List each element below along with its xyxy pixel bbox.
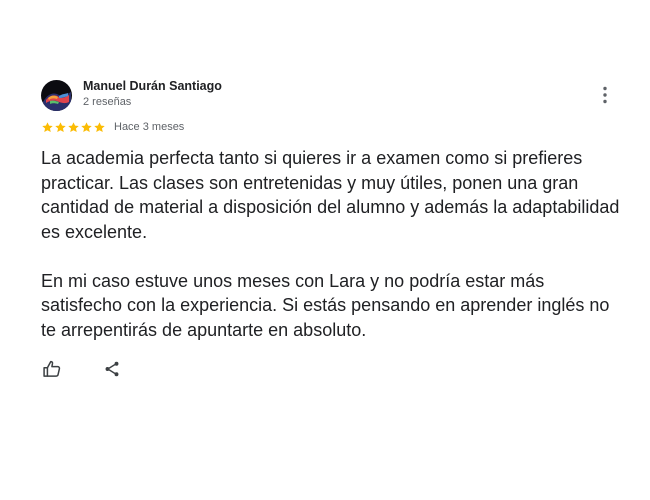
- review-actions: [41, 358, 123, 380]
- like-button[interactable]: [41, 358, 63, 380]
- star-icon: [55, 121, 66, 132]
- avatar-icon: [41, 80, 72, 111]
- share-icon: [105, 361, 119, 377]
- review-paragraph: La academia perfecta tanto si quieres ir…: [41, 148, 620, 242]
- star-icon: [81, 121, 92, 132]
- star-rating: [41, 121, 106, 134]
- review-date: Hace 3 meses: [114, 121, 185, 133]
- more-vert-icon: [603, 86, 607, 104]
- review-text: La academia perfecta tanto si quieres ir…: [41, 146, 621, 342]
- star-icon: [68, 121, 79, 132]
- share-button[interactable]: [101, 358, 123, 380]
- rating-row: Hace 3 meses: [41, 120, 184, 134]
- avatar[interactable]: [41, 80, 72, 111]
- author-name[interactable]: Manuel Durán Santiago: [83, 79, 222, 93]
- thumb-up-icon: [43, 360, 61, 377]
- review-card: Manuel Durán Santiago 2 reseñas Hace 3 m…: [0, 0, 650, 500]
- review-count: 2 reseñas: [83, 96, 132, 108]
- more-options-button[interactable]: [594, 84, 616, 106]
- review-paragraph: En mi caso estuve unos meses con Lara y …: [41, 270, 610, 340]
- star-icon: [42, 121, 53, 132]
- star-icon: [94, 121, 105, 132]
